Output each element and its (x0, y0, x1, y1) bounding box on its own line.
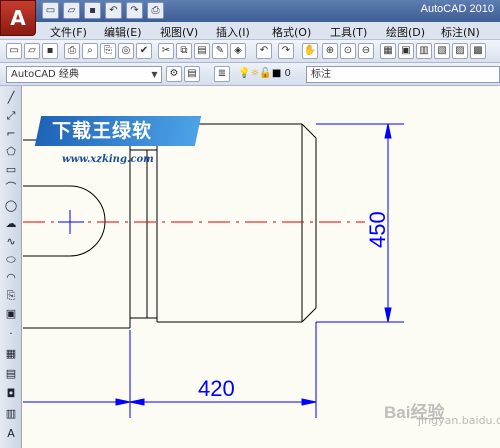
watermark-logo-text: 下载王绿软 (52, 120, 153, 142)
horizontal-dimension (23, 322, 317, 418)
watermark-url: www.xzking.com (62, 154, 154, 165)
application-menu-button[interactable]: A (0, 0, 36, 36)
center-cross-mark (58, 210, 84, 234)
right-cylinder-shape (157, 123, 317, 323)
watermark-logo: 下载王绿软 (34, 116, 202, 146)
dimension-450-text: 450 (365, 211, 390, 248)
drawing-svg: 450 420 (23, 123, 404, 418)
baidu-watermark-url: jingyan.baidu.com (418, 414, 500, 427)
dimension-420-text: 420 (198, 376, 235, 401)
vertical-dimension (316, 123, 404, 323)
